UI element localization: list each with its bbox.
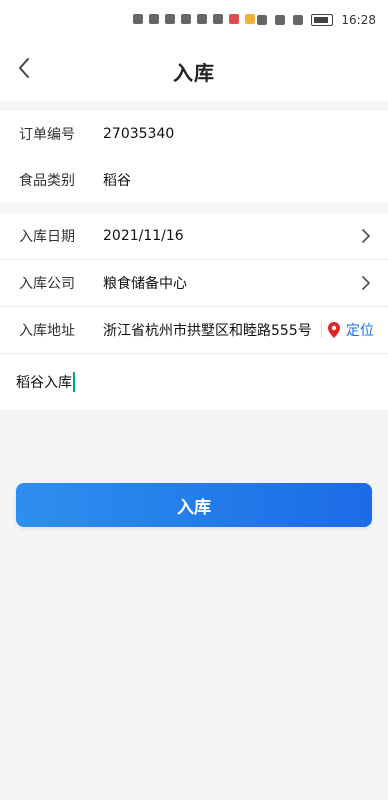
location-pin-icon [328,322,340,338]
status-time: 16:28 [341,13,376,27]
details-section: 入库日期 2021/11/16 入库公司 粮食储备中心 入库地址 浙江省杭州市拱… [0,213,388,410]
company-value: 粮食储备中心 [103,276,187,292]
company-row[interactable]: 入库公司 粮食储备中心 [0,260,388,307]
locate-label: 定位 [346,323,374,339]
date-label: 入库日期 [19,229,75,245]
date-value: 2021/11/16 [103,228,184,244]
chevron-right-icon [358,228,374,244]
food-type-label: 食品类别 [19,173,75,189]
yellow-app-icon [245,14,255,24]
shield-icon [197,14,207,24]
page-title: 入库 [173,61,215,85]
spacer [0,203,388,213]
navigation-header: 入库 [0,37,388,101]
submit-button[interactable]: 入库 [16,483,372,527]
date-row[interactable]: 入库日期 2021/11/16 [0,213,388,260]
red-app-icon [229,14,239,24]
signal-icon [149,14,159,24]
bluetooth-icon [275,15,286,25]
wifi-icon [165,14,175,24]
address-row: 入库地址 浙江省杭州市拱墅区和睦路555号 定位 [0,307,388,354]
text-caret [73,372,75,392]
locate-button[interactable]: 定位 [328,320,374,340]
status-bar: 16:28 [0,0,388,37]
status-right: 16:28 [257,13,376,27]
order-number-label: 订单编号 [19,127,75,143]
note-text: 稻谷入库 [16,375,72,391]
vibrate-icon [293,15,304,25]
address-value: 浙江省杭州市拱墅区和睦路555号 [103,323,312,339]
divider [321,322,322,338]
note-input[interactable]: 稻谷入库 [0,354,388,410]
translate-icon [213,14,223,24]
company-label: 入库公司 [19,276,75,292]
order-info-section: 订单编号 27035340 食品类别 稻谷 [0,111,388,203]
hd-icon [133,14,143,24]
address-label: 入库地址 [19,323,75,339]
spacer [0,101,388,111]
alarm-icon [257,15,268,25]
ring-icon [181,14,191,24]
chevron-right-icon [358,275,374,291]
order-number-value: 27035340 [103,126,175,142]
food-type-value: 稻谷 [103,173,131,189]
battery-icon [311,14,334,26]
order-number-row: 订单编号 27035340 [0,111,388,157]
food-type-row: 食品类别 稻谷 [0,157,388,203]
status-icons [133,14,255,24]
